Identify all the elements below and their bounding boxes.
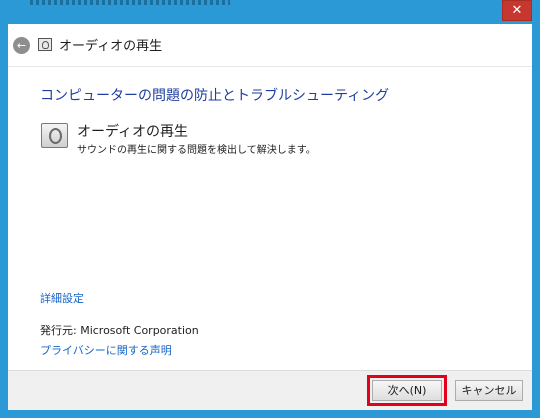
speaker-icon xyxy=(41,123,68,148)
close-button[interactable]: ✕ xyxy=(502,0,532,21)
title-bar-text-fragment xyxy=(30,0,230,5)
item-description: サウンドの再生に関する問題を検出して解決します。 xyxy=(77,145,316,156)
advanced-settings-link[interactable]: 詳細設定 xyxy=(40,290,84,306)
publisher-label: 発行元: Microsoft Corporation xyxy=(40,324,199,337)
title-bar[interactable]: ✕ xyxy=(0,0,540,24)
cancel-button[interactable]: キャンセル xyxy=(455,380,523,401)
privacy-statement-link[interactable]: プライバシーに関する声明 xyxy=(40,342,172,358)
navigation-bar: ← オーディオの再生 xyxy=(8,24,532,66)
section-heading: コンピューターの問題の防止とトラブルシューティング xyxy=(40,88,390,104)
page-title: オーディオの再生 xyxy=(59,39,163,54)
troubleshooter-window: ✕ ← オーディオの再生 コンピューターの問題の防止とトラブルシューティング オ… xyxy=(0,0,540,418)
back-arrow-icon[interactable]: ← xyxy=(13,37,30,54)
button-bar: 次へ(N) キャンセル xyxy=(8,370,532,410)
audio-troubleshooter-icon xyxy=(38,38,52,51)
main-content: コンピューターの問題の防止とトラブルシューティング オーディオの再生 サウンドの… xyxy=(8,66,532,370)
item-title: オーディオの再生 xyxy=(77,124,189,140)
window-bottom-border xyxy=(0,410,540,418)
next-button[interactable]: 次へ(N) xyxy=(367,375,447,406)
